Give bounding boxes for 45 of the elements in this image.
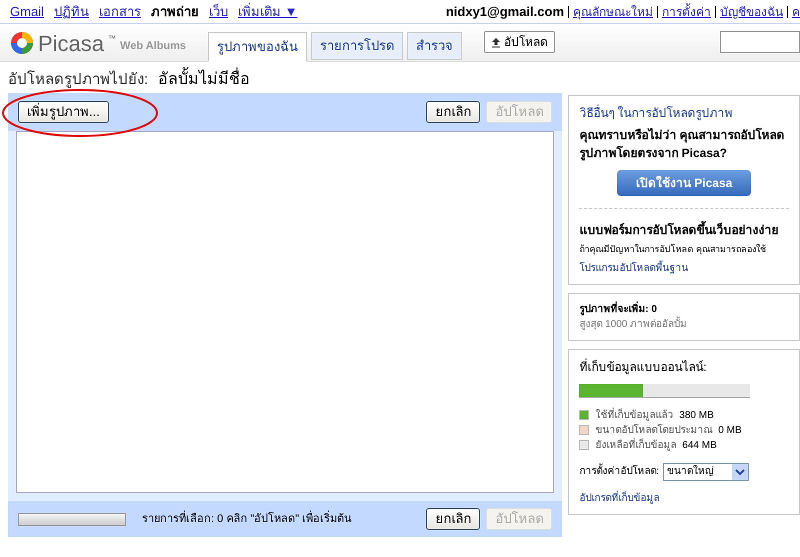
cancel-button[interactable]: ยกเลิก <box>426 101 480 123</box>
status-text: รายการที่เลือก: 0 คลิก "อัปโหลด" เพื่อเริ่มต้น <box>142 510 354 527</box>
tab[interactable]: สำรวจ <box>407 32 462 60</box>
add-photos-button[interactable]: เพิ่มรูปภาพ... <box>18 101 109 123</box>
nav-link[interactable]: ภาพถ่าย <box>150 2 199 22</box>
tab[interactable]: รูปภาพของฉัน <box>208 32 307 62</box>
album-name: อัลบั้มไม่มีชื่อ <box>158 68 250 92</box>
photo-count: รูปภาพที่จะเพิ่ม: 0 <box>579 302 658 316</box>
trademark: ™ <box>108 33 116 45</box>
legend-value: 0 MB <box>718 424 742 438</box>
upload-button[interactable]: อัปโหลด <box>484 31 555 53</box>
photo-limit: สูงสุด 1000 ภาพต่ออัลบั้ม <box>579 316 688 332</box>
upload-destination-label: อัปโหลดรูปภาพไปยัง: <box>8 69 148 90</box>
nav-link[interactable]: เพิ่มเติม ▼ <box>238 2 298 22</box>
card-text: ถ้าคุณมีปัญหาในการอัปโหลด คุณสามารถลองใช้ <box>579 243 767 256</box>
card-heading: วิธีอื่นๆ ในการอัปโหลดรูปภาพ <box>579 104 734 122</box>
tab[interactable]: รายการโปรด <box>311 32 403 60</box>
account-link[interactable]: การตั้งค่า <box>662 2 711 20</box>
nav-link[interactable]: Gmail <box>10 2 44 22</box>
legend-label: ยังเหลือที่เก็บข้อมูล <box>595 438 676 452</box>
nav-link[interactable]: เอกสาร <box>98 2 141 22</box>
basic-uploader-link[interactable]: โปรแกรมอัปโหลดพื้นฐาน <box>579 260 789 276</box>
launch-picasa-button[interactable]: เปิดใช้งาน Picasa <box>617 170 752 196</box>
logo-text: Picasa <box>38 30 104 58</box>
upload-size-select[interactable]: ขนาดใหญ่ <box>663 462 750 480</box>
upload-icon <box>491 36 501 48</box>
legend-label: ใช้ที่เก็บข้อมูลแล้ว <box>595 408 674 422</box>
cancel-button[interactable]: ยกเลิก <box>426 508 480 530</box>
nav-link[interactable]: เว็บ <box>208 2 228 22</box>
legend-value: 644 MB <box>682 438 717 452</box>
legend-label: ขนาดอัปโหลดโดยประมาณ <box>595 423 712 438</box>
card-question: คุณทราบหรือไม่ว่า คุณสามารถอัปโหลดรูปภาพโดยตรงจาก Picasa? <box>579 126 786 162</box>
logo-icon <box>10 31 34 55</box>
search-field[interactable] <box>720 31 800 53</box>
storage-heading: ที่เก็บข้อมูลแบบออนไลน์: <box>579 358 708 376</box>
upload-setting-label: การตั้งค่าอัปโหลด: <box>579 464 660 479</box>
account-link[interactable]: บัญชีของฉัน <box>720 2 783 20</box>
upgrade-storage-link[interactable]: อัปเกรดที่เก็บข้อมูล <box>579 490 789 506</box>
account-link[interactable]: คุณลักษณะใหม่ <box>573 2 653 20</box>
account-link[interactable]: ค <box>792 2 800 20</box>
card-subheading: แบบฟอร์มการอัปโหลดขึ้นเว็บอย่างง่าย <box>579 221 789 239</box>
legend-value: 380 MB <box>679 408 714 422</box>
account-email: nidxy1@gmail.com <box>446 2 564 21</box>
logo-subtitle: Web Albums <box>120 38 186 54</box>
nav-link[interactable]: ปฏิทิน <box>54 2 89 22</box>
